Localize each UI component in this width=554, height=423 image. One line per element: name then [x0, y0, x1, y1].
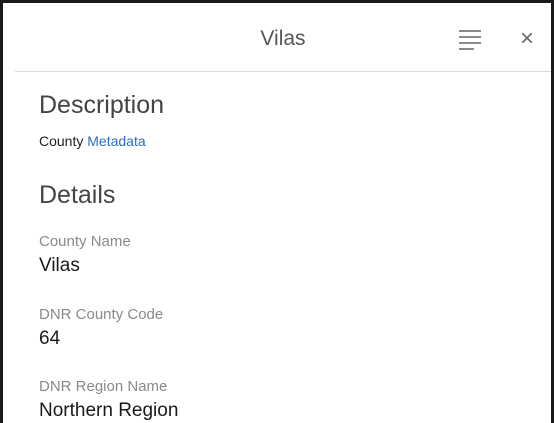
metadata-link[interactable]: Metadata [87, 133, 145, 149]
description-text: County Metadata [39, 133, 146, 149]
field-value-dnr-county-code: 64 [39, 328, 61, 349]
description-heading: Description [39, 91, 165, 119]
details-heading: Details [39, 181, 116, 209]
field-label-dnr-region-name: DNR Region Name [39, 378, 168, 395]
feature-popup: Vilas × Description County Metadata Deta… [0, 0, 554, 423]
close-icon[interactable]: × [515, 25, 539, 53]
description-prefix: County [39, 133, 84, 149]
popup-header: Vilas × [15, 3, 551, 72]
field-label-county-name: County Name [39, 233, 131, 250]
field-value-county-name: Vilas [39, 255, 80, 276]
menu-lines-icon[interactable] [459, 30, 481, 50]
field-label-dnr-county-code: DNR County Code [39, 306, 164, 323]
field-value-dnr-region-name: Northern Region [39, 400, 179, 421]
